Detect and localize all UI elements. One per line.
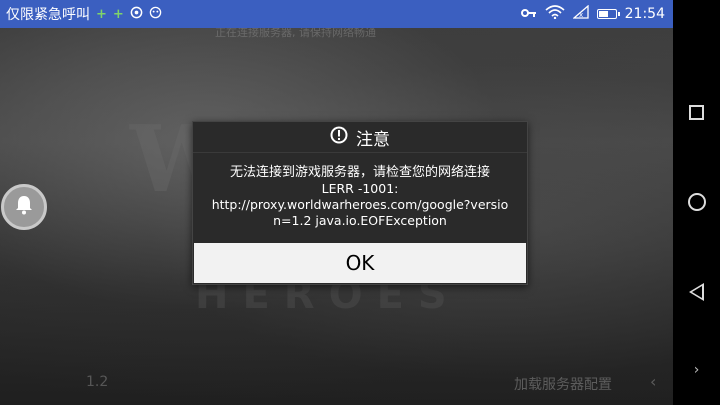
clock-time: 21:54 — [624, 6, 665, 22]
loading-status-text: 加载服务器配置 — [514, 377, 612, 393]
back-button[interactable] — [673, 272, 720, 312]
circle-icon — [687, 193, 706, 211]
battery-icon — [596, 9, 620, 19]
wifi-icon — [545, 5, 565, 23]
dialog-title: 注意 — [356, 129, 390, 150]
navigation-bar: › — [673, 0, 720, 405]
key-icon — [520, 7, 537, 22]
svg-text:x: x — [579, 11, 583, 19]
version-label: 1.2 — [86, 374, 109, 390]
settings-gear-icon — [130, 6, 143, 22]
dialog-message: 无法连接到游戏服务器，请检查您的网络连接 LERR -1001: http://… — [193, 153, 527, 229]
home-button[interactable] — [673, 182, 720, 222]
chevron-right-icon: › — [693, 362, 700, 378]
signal-icon: x — [571, 4, 589, 23]
square-icon — [689, 104, 704, 120]
loading-chevron-icon: ‹ — [650, 372, 657, 391]
message-line-4: n=1.2 java.io.EOFException — [273, 213, 447, 228]
message-line-1: 无法连接到游戏服务器，请检查您的网络连接 — [229, 165, 490, 180]
plus-icon-2: + — [112, 6, 124, 22]
dialog-header: 注意 — [193, 122, 527, 153]
carrier-status-text: 仅限紧急呼叫 — [6, 7, 90, 23]
back-triangle-icon — [689, 283, 704, 301]
notification-bell-button[interactable] — [1, 184, 47, 230]
expand-nav-button[interactable]: › — [673, 350, 720, 390]
status-bar: 仅限紧急呼叫 + + x 21:54 — [0, 0, 673, 28]
message-line-3: http://proxy.worldwarheroes.com/google?v… — [211, 197, 509, 212]
ok-button[interactable]: OK — [194, 243, 526, 283]
bell-icon — [15, 195, 33, 219]
notification-face-icon — [149, 6, 162, 22]
error-dialog: 注意 无法连接到游戏服务器，请检查您的网络连接 LERR -1001: http… — [192, 121, 528, 285]
recent-apps-button[interactable] — [673, 92, 720, 132]
battery-level — [598, 11, 608, 17]
plus-icon: + — [96, 6, 107, 22]
message-line-2: LERR -1001: — [321, 181, 399, 196]
alert-icon — [330, 126, 348, 148]
